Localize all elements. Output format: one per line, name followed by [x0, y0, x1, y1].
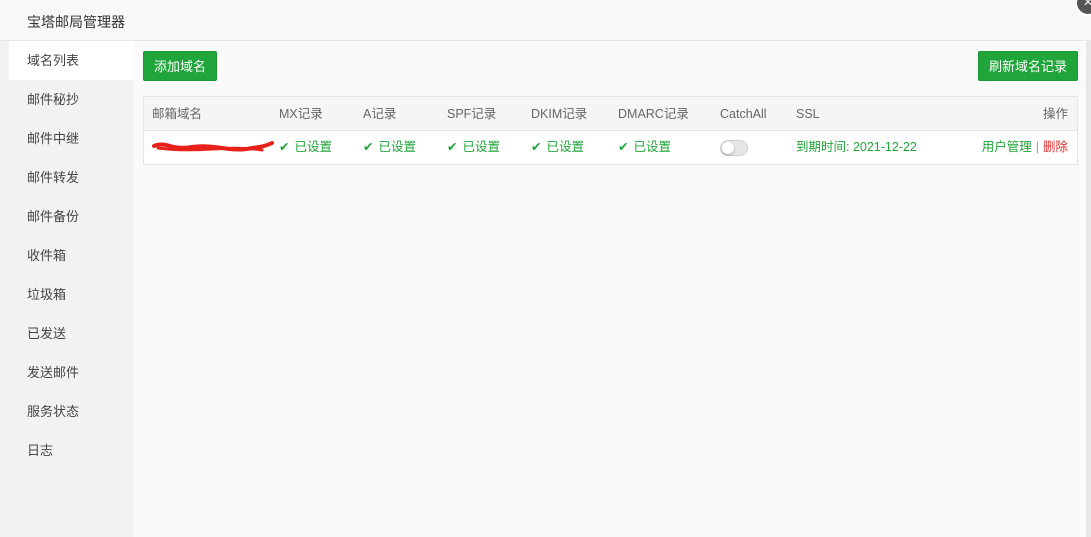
a-status: ✔ 已设置: [363, 131, 447, 164]
actions-cell: 用户管理 | 删除: [976, 131, 1077, 164]
sidebar-item-service-status[interactable]: 服务状态: [9, 392, 133, 431]
check-icon: ✔: [618, 140, 629, 154]
ssl-cell: 到期时间: 2021-12-22: [796, 131, 976, 164]
main-content: 添加域名 刷新域名记录 邮箱域名 MX记录 A记录 SPF记录 DKIM记录 D…: [133, 41, 1091, 537]
sidebar-item-compose[interactable]: 发送邮件: [9, 353, 133, 392]
sidebar-item-spam[interactable]: 垃圾箱: [9, 275, 133, 314]
redacted-domain: [152, 140, 277, 155]
spf-status: ✔ 已设置: [447, 131, 531, 164]
delete-link[interactable]: 删除: [1043, 140, 1068, 154]
col-header-spf: SPF记录: [447, 107, 497, 121]
check-icon: ✔: [279, 140, 290, 154]
sidebar-item-mail-forward[interactable]: 邮件转发: [9, 158, 133, 197]
sidebar-item-logs[interactable]: 日志: [9, 431, 133, 470]
catchall-cell: [720, 131, 796, 164]
dmarc-status: ✔ 已设置: [618, 131, 720, 164]
dialog-title: 宝塔邮局管理器: [27, 14, 125, 30]
col-header-mx: MX记录: [279, 107, 323, 121]
check-icon: ✔: [447, 140, 458, 154]
check-icon: ✔: [531, 140, 542, 154]
action-separator: |: [1035, 140, 1039, 154]
sidebar-item-inbox[interactable]: 收件箱: [9, 236, 133, 275]
col-header-actions: 操作: [1042, 107, 1068, 121]
table-row: ✔ 已设置 ✔ 已设置 ✔ 已设置 ✔ 已设置 ✔ 已设置 到期时间: 2021-12-2…: [144, 131, 1077, 164]
toggle-knob: [722, 141, 734, 154]
col-header-dmarc: DMARC记录: [618, 107, 689, 121]
sidebar-item-mail-backup[interactable]: 邮件备份: [9, 197, 133, 236]
mail-manager-dialog: 宝塔邮局管理器 域名列表 邮件秘抄 邮件中继 邮件转发 邮件备份 收件箱 垃圾箱…: [0, 0, 1091, 537]
sidebar-item-sent[interactable]: 已发送: [9, 314, 133, 353]
left-gutter: [0, 41, 9, 537]
refresh-domain-records-button[interactable]: 刷新域名记录: [977, 51, 1078, 81]
dialog-header: 宝塔邮局管理器: [0, 0, 1091, 41]
col-header-ssl: SSL: [796, 107, 820, 121]
catchall-toggle[interactable]: [720, 139, 748, 156]
col-header-catchall: CatchAll: [720, 107, 767, 121]
check-icon: ✔: [363, 140, 374, 154]
domain-cell: [144, 131, 279, 164]
add-domain-button[interactable]: 添加域名: [143, 51, 218, 81]
user-management-link[interactable]: 用户管理: [982, 140, 1032, 154]
ssl-expiry-link[interactable]: 到期时间: 2021-12-22: [796, 140, 917, 154]
sidebar-item-mail-relay[interactable]: 邮件中继: [9, 119, 133, 158]
mx-status: ✔ 已设置: [279, 131, 363, 164]
sidebar: 域名列表 邮件秘抄 邮件中继 邮件转发 邮件备份 收件箱 垃圾箱 已发送 发送邮…: [9, 41, 133, 537]
col-header-dkim: DKIM记录: [531, 107, 588, 121]
dkim-status: ✔ 已设置: [531, 131, 618, 164]
col-header-a: A记录: [363, 107, 397, 121]
table-header: 邮箱域名 MX记录 A记录 SPF记录 DKIM记录 DMARC记录 Catch…: [144, 97, 1077, 131]
domain-table: 邮箱域名 MX记录 A记录 SPF记录 DKIM记录 DMARC记录 Catch…: [143, 96, 1078, 165]
scrollbar[interactable]: [1086, 41, 1091, 537]
col-header-domain: 邮箱域名: [152, 107, 203, 121]
sidebar-item-domain-list[interactable]: 域名列表: [9, 41, 133, 80]
sidebar-item-mail-cc[interactable]: 邮件秘抄: [9, 80, 133, 119]
